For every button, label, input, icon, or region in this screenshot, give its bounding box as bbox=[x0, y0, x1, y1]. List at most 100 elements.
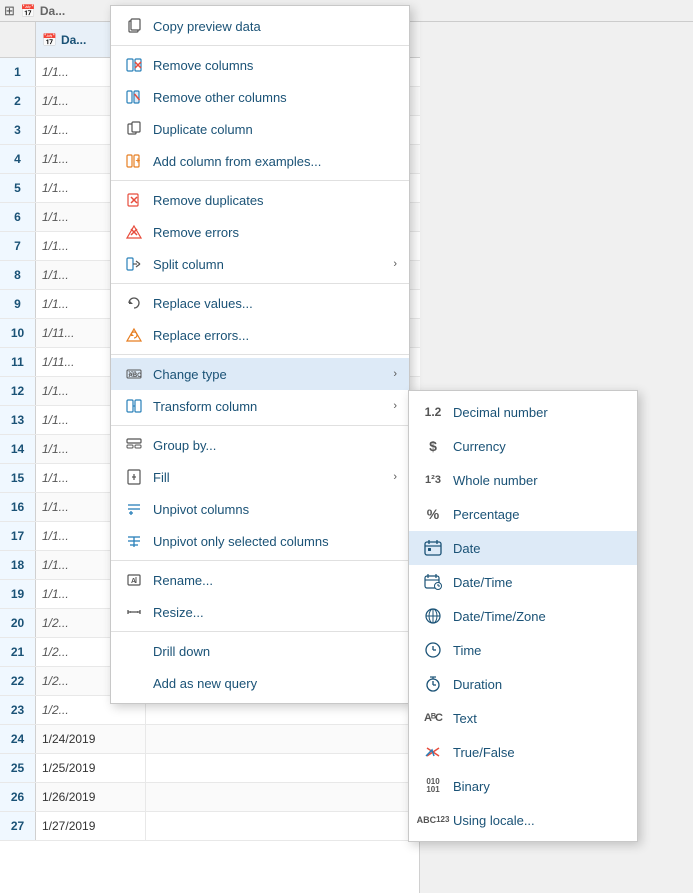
fill-icon bbox=[123, 467, 145, 487]
submenu-item-date-time[interactable]: Date/Time bbox=[409, 565, 637, 599]
menu-item-add-column-examples[interactable]: + Add column from examples... bbox=[111, 145, 409, 177]
using-locale-label: Using locale... bbox=[453, 813, 625, 828]
col-header-label: Da... bbox=[40, 4, 65, 18]
add-new-query-label: Add as new query bbox=[153, 676, 397, 691]
split-column-arrow: › bbox=[393, 258, 397, 270]
duration-label: Duration bbox=[453, 677, 625, 692]
text-label: Text bbox=[453, 711, 625, 726]
menu-item-resize[interactable]: Resize... bbox=[111, 596, 409, 628]
separator bbox=[111, 425, 409, 426]
table-row: 241/24/2019 bbox=[0, 725, 420, 754]
submenu-item-time[interactable]: Time bbox=[409, 633, 637, 667]
grid-icon: ⊞ bbox=[4, 3, 15, 19]
date-icon bbox=[421, 537, 445, 559]
menu-item-unpivot-selected[interactable]: Unpivot only selected columns bbox=[111, 525, 409, 557]
drill-down-label: Drill down bbox=[153, 644, 397, 659]
remove-errors-label: Remove errors bbox=[153, 225, 397, 240]
menu-item-change-type[interactable]: ABC 123 Change type › bbox=[111, 358, 409, 390]
submenu-item-currency[interactable]: $ Currency bbox=[409, 429, 637, 463]
remove-columns-icon bbox=[123, 55, 145, 75]
menu-item-fill[interactable]: Fill › bbox=[111, 461, 409, 493]
fill-label: Fill bbox=[153, 470, 393, 485]
menu-item-add-new-query[interactable]: Add as new query bbox=[111, 667, 409, 699]
submenu-item-binary[interactable]: 010101 Binary bbox=[409, 769, 637, 803]
transform-column-icon bbox=[123, 396, 145, 416]
submenu-item-duration[interactable]: Duration bbox=[409, 667, 637, 701]
remove-other-columns-label: Remove other columns bbox=[153, 90, 397, 105]
submenu-item-using-locale[interactable]: ABC123 Using locale... bbox=[409, 803, 637, 837]
menu-item-copy-preview[interactable]: Copy preview data bbox=[111, 10, 409, 42]
change-type-icon: ABC 123 bbox=[123, 364, 145, 384]
submenu-item-date-time-zone[interactable]: Date/Time/Zone bbox=[409, 599, 637, 633]
calendar-icon: 📅 bbox=[21, 4, 36, 18]
time-icon bbox=[421, 639, 445, 661]
table-row: 271/27/2019 bbox=[0, 812, 420, 841]
group-by-label: Group by... bbox=[153, 438, 397, 453]
svg-text:A: A bbox=[131, 578, 136, 585]
copy-preview-label: Copy preview data bbox=[153, 19, 397, 34]
replace-values-icon bbox=[123, 293, 145, 313]
percentage-icon: % bbox=[421, 503, 445, 525]
menu-item-replace-errors[interactable]: Replace errors... bbox=[111, 319, 409, 351]
menu-item-split-column[interactable]: Split column › bbox=[111, 248, 409, 280]
menu-item-remove-errors[interactable]: Remove errors bbox=[111, 216, 409, 248]
submenu-item-date[interactable]: Date bbox=[409, 531, 637, 565]
using-locale-icon: ABC123 bbox=[421, 809, 445, 831]
replace-values-label: Replace values... bbox=[153, 296, 397, 311]
date-time-label: Date/Time bbox=[453, 575, 625, 590]
table-row: 261/26/2019 bbox=[0, 783, 420, 812]
remove-errors-icon bbox=[123, 222, 145, 242]
menu-item-remove-columns[interactable]: Remove columns bbox=[111, 49, 409, 81]
time-label: Time bbox=[453, 643, 625, 658]
rename-label: Rename... bbox=[153, 573, 397, 588]
true-false-label: True/False bbox=[453, 745, 625, 760]
currency-label: Currency bbox=[453, 439, 625, 454]
add-column-examples-label: Add column from examples... bbox=[153, 154, 397, 169]
unpivot-selected-icon bbox=[123, 531, 145, 551]
true-false-icon bbox=[421, 741, 445, 763]
menu-item-unpivot-columns[interactable]: Unpivot columns bbox=[111, 493, 409, 525]
submenu-item-whole-number[interactable]: 1²3 Whole number bbox=[409, 463, 637, 497]
submenu-item-text[interactable]: AᴮC Text bbox=[409, 701, 637, 735]
change-type-submenu: 1.2 Decimal number $ Currency 1²3 Whole … bbox=[408, 390, 638, 842]
menu-item-remove-other-columns[interactable]: Remove other columns bbox=[111, 81, 409, 113]
remove-columns-label: Remove columns bbox=[153, 58, 397, 73]
remove-duplicates-icon bbox=[123, 190, 145, 210]
separator bbox=[111, 45, 409, 46]
date-time-zone-label: Date/Time/Zone bbox=[453, 609, 625, 624]
split-column-icon bbox=[123, 254, 145, 274]
submenu-item-percentage[interactable]: % Percentage bbox=[409, 497, 637, 531]
svg-text:123: 123 bbox=[128, 371, 137, 377]
unpivot-columns-icon bbox=[123, 499, 145, 519]
menu-item-group-by[interactable]: Group by... bbox=[111, 429, 409, 461]
separator bbox=[111, 631, 409, 632]
separator bbox=[111, 180, 409, 181]
currency-icon: $ bbox=[421, 435, 445, 457]
split-column-label: Split column bbox=[153, 257, 393, 272]
separator bbox=[111, 354, 409, 355]
duplicate-column-icon bbox=[123, 119, 145, 139]
menu-item-remove-duplicates[interactable]: Remove duplicates bbox=[111, 184, 409, 216]
change-type-label: Change type bbox=[153, 367, 393, 382]
menu-item-duplicate-column[interactable]: Duplicate column bbox=[111, 113, 409, 145]
submenu-item-true-false[interactable]: True/False bbox=[409, 735, 637, 769]
menu-item-transform-column[interactable]: Transform column › bbox=[111, 390, 409, 422]
grid-row-num-header bbox=[0, 22, 36, 57]
decimal-number-icon: 1.2 bbox=[421, 401, 445, 423]
separator bbox=[111, 283, 409, 284]
percentage-label: Percentage bbox=[453, 507, 625, 522]
menu-item-rename[interactable]: A Rename... bbox=[111, 564, 409, 596]
remove-other-columns-icon bbox=[123, 87, 145, 107]
unpivot-selected-label: Unpivot only selected columns bbox=[153, 534, 397, 549]
table-row: 251/25/2019 bbox=[0, 754, 420, 783]
duration-icon bbox=[421, 673, 445, 695]
transform-column-label: Transform column bbox=[153, 399, 393, 414]
replace-errors-label: Replace errors... bbox=[153, 328, 397, 343]
menu-item-drill-down[interactable]: Drill down bbox=[111, 635, 409, 667]
rename-icon: A bbox=[123, 570, 145, 590]
text-icon: AᴮC bbox=[421, 707, 445, 729]
binary-icon: 010101 bbox=[421, 775, 445, 797]
submenu-item-decimal-number[interactable]: 1.2 Decimal number bbox=[409, 395, 637, 429]
whole-number-icon: 1²3 bbox=[421, 469, 445, 491]
menu-item-replace-values[interactable]: Replace values... bbox=[111, 287, 409, 319]
